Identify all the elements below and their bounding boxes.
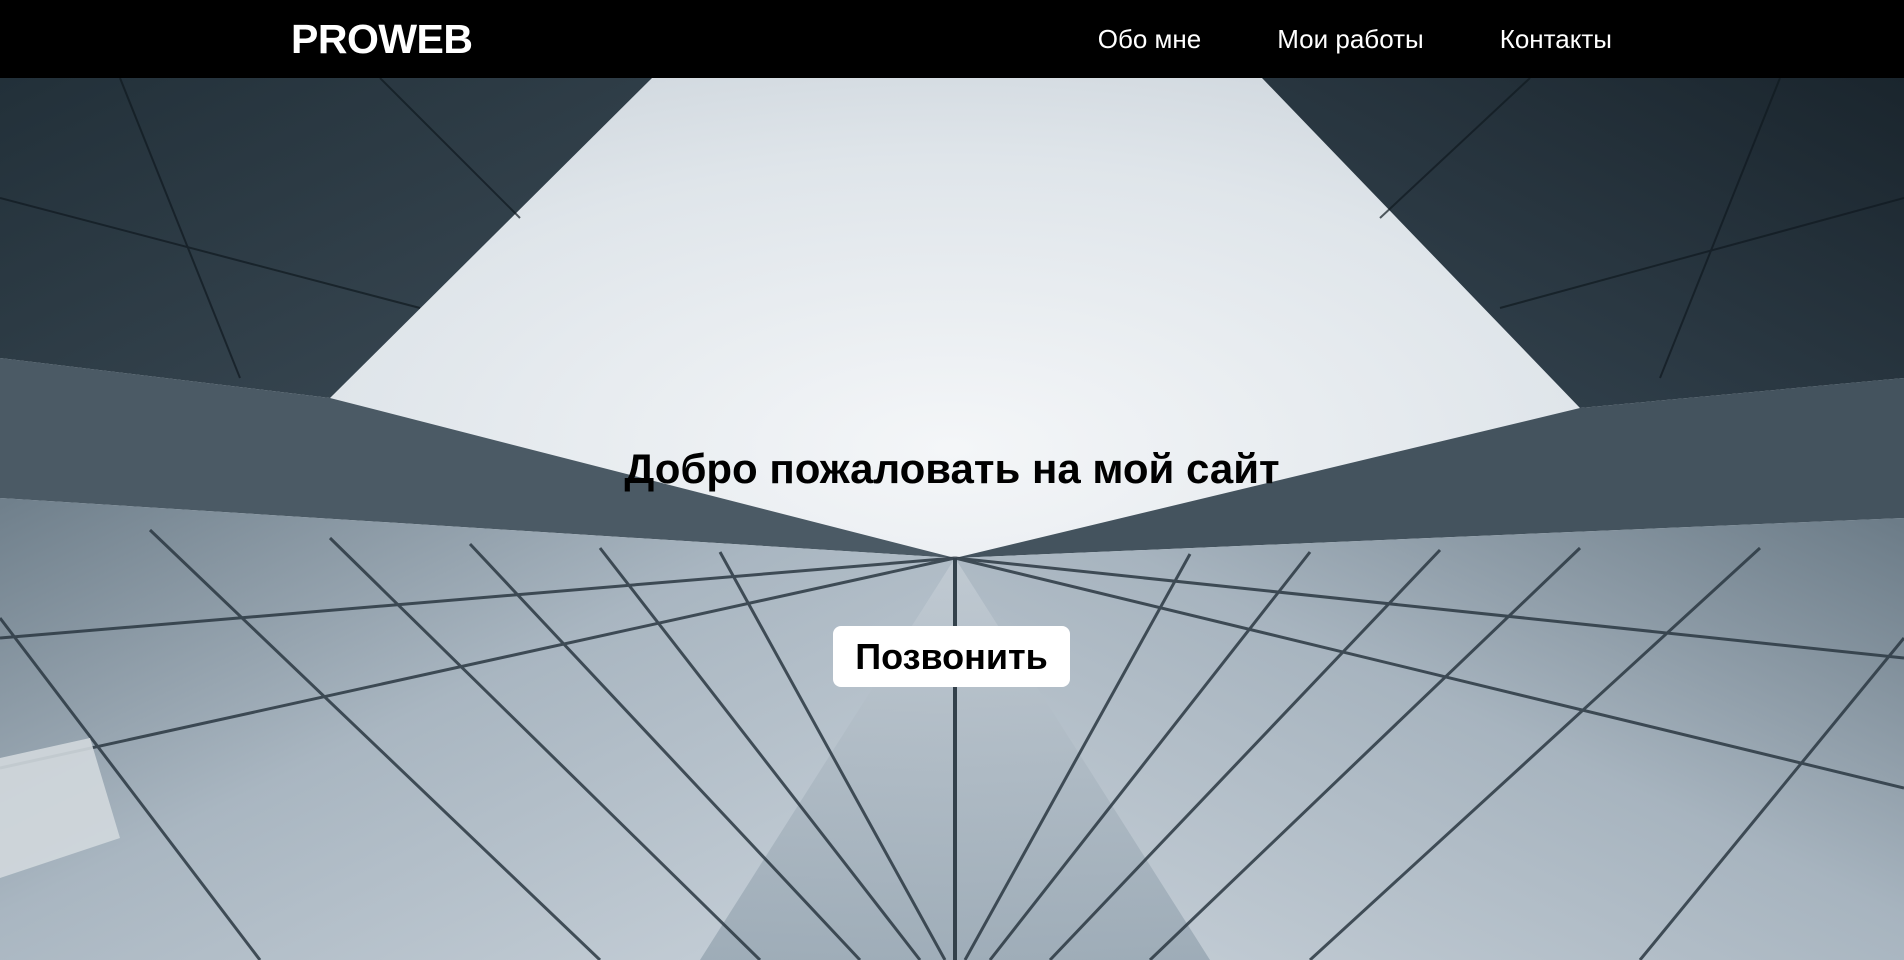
hero-title: Добро пожаловать на мой сайт — [624, 445, 1280, 492]
hero-section: Добро пожаловать на мой сайт Позвонить — [0, 78, 1904, 960]
nav-link-about[interactable]: Обо мне — [1098, 22, 1202, 56]
top-navbar: PROWEB Обо мне Мои работы Контакты — [0, 0, 1904, 78]
nav-link-works[interactable]: Мои работы — [1277, 22, 1423, 56]
logo[interactable]: PROWEB — [291, 14, 473, 64]
nav-link-contacts[interactable]: Контакты — [1500, 22, 1612, 56]
call-button[interactable]: Позвонить — [833, 626, 1070, 687]
page: PROWEB Обо мне Мои работы Контакты Добро… — [0, 0, 1904, 960]
main-nav: Обо мне Мои работы Контакты — [1098, 22, 1612, 56]
hero-background-image — [0, 78, 1904, 960]
